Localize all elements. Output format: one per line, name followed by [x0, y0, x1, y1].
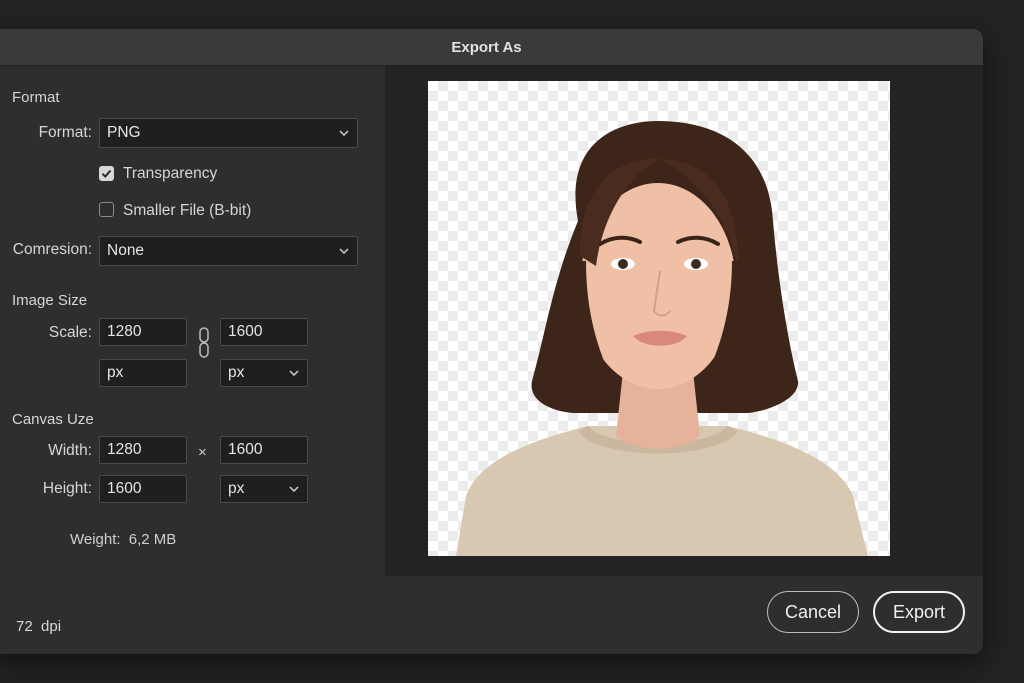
smaller-file-label: Smaller File (B-bit) — [123, 202, 252, 219]
times-symbol: × — [198, 444, 207, 461]
image-unit-select[interactable]: px — [220, 359, 308, 387]
preview-canvas — [428, 81, 890, 556]
dpi-readout: 72 dpi — [16, 618, 62, 635]
image-height-input[interactable]: 1600 — [220, 318, 308, 346]
canvas-width-label: Width: — [48, 442, 92, 459]
canvas-unit-value: px — [228, 480, 245, 497]
canvas-width-input-2[interactable]: 1600 — [220, 436, 308, 464]
canvas-height-input[interactable]: 1600 — [99, 475, 187, 503]
weight-label: Weight: — [70, 531, 121, 548]
format-select[interactable]: PNG — [99, 118, 358, 148]
image-width-input[interactable]: 1280 — [99, 318, 187, 346]
chevron-down-icon — [337, 126, 351, 140]
image-unit-value: px — [228, 364, 245, 381]
weight-value: 6,2 MB — [128, 531, 177, 548]
canvas-unit-select[interactable]: px — [220, 475, 308, 503]
canvas-size-title: Canvas Uze — [12, 411, 94, 428]
portrait-image — [456, 121, 868, 556]
link-chain-icon[interactable] — [198, 327, 210, 364]
compression-value: None — [107, 242, 145, 259]
export-button[interactable]: Export — [873, 591, 965, 633]
compression-select[interactable]: None — [99, 236, 358, 266]
transparency-checkbox[interactable] — [99, 166, 114, 181]
canvas-width-input[interactable]: 1280 — [99, 436, 187, 464]
cancel-button[interactable]: Cancel — [767, 591, 859, 633]
format-label: Format: — [38, 124, 92, 141]
transparency-label: Transparency — [123, 165, 218, 182]
chevron-down-icon — [337, 244, 351, 258]
format-section-title: Format — [12, 89, 60, 106]
smaller-file-checkbox[interactable] — [99, 202, 114, 217]
dialog-title: Export As — [0, 29, 983, 66]
image-size-title: Image Size — [12, 292, 88, 309]
chevron-down-icon — [287, 366, 301, 380]
canvas-height-label: Height: — [42, 480, 92, 497]
compression-label: Comresion: — [12, 241, 92, 258]
format-value: PNG — [107, 124, 141, 141]
image-unit-field[interactable]: px — [99, 359, 187, 387]
checkmark-icon — [101, 169, 112, 178]
weight-readout: Weight: 6,2 MB — [70, 531, 176, 548]
chevron-down-icon — [287, 482, 301, 496]
scale-label: Scale: — [48, 324, 92, 341]
